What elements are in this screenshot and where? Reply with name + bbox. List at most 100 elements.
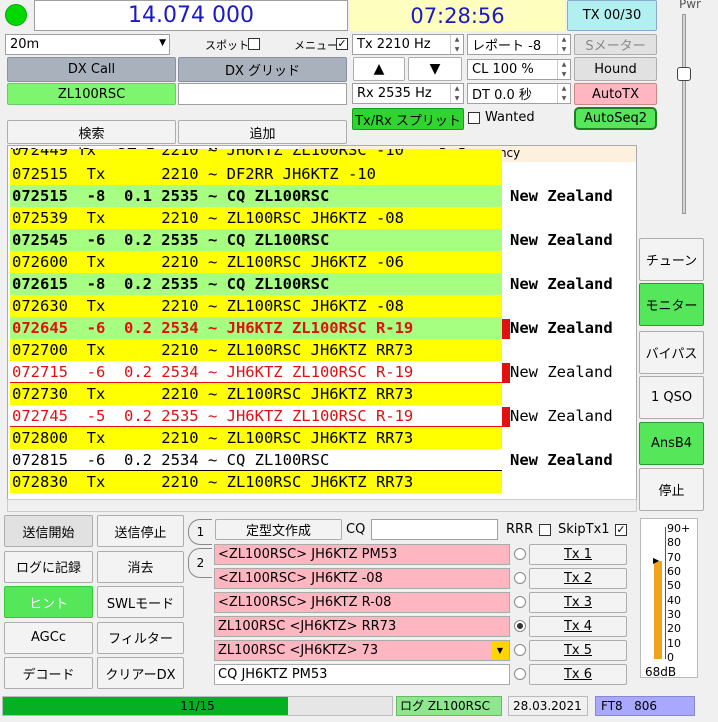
cq-label: CQ — [346, 522, 366, 537]
hint-button[interactable]: ヒント — [4, 586, 93, 618]
single-qso-button[interactable]: 1 QSO — [639, 376, 704, 419]
auto-seq-button[interactable]: AutoSeq2 — [574, 107, 657, 130]
rx-frequency-spinbox[interactable]: Rx 2535 Hz ▲ ▼ — [352, 83, 464, 104]
set-rx-from-tx-button[interactable]: ▼ — [408, 57, 462, 81]
tx3-radio[interactable] — [514, 596, 526, 608]
tune-button[interactable]: チューン — [639, 238, 704, 281]
table-row[interactable]: 072539 Tx 2210 ~ ZL100RSC JH6KTZ -08 — [8, 207, 636, 229]
band-select[interactable]: 20m ▼ — [5, 34, 170, 55]
monitor-button[interactable]: モニター — [639, 283, 704, 326]
monitor-led-icon — [5, 4, 27, 26]
table-row[interactable]: 072830 Tx 2210 ~ ZL100RSC JH6KTZ RR73 — [8, 471, 636, 493]
signal-meter: 90+ 80 70 60 50 40 30 20 10 0 ▶ 68dB — [640, 518, 698, 679]
decode-button[interactable]: デコード — [4, 657, 93, 689]
table-row[interactable]: 072800 Tx 2210 ~ ZL100RSC JH6KTZ RR73 — [8, 427, 636, 449]
hound-button[interactable]: Hound — [574, 57, 657, 81]
row-message: 072700 Tx 2210 ~ ZL100RSC JH6KTZ RR73 — [10, 339, 502, 361]
table-row[interactable]: 072515 -8 0.1 2535 ~ CQ ZL100RSC New Zeal… — [8, 185, 636, 207]
dx-call-button[interactable]: DX Call — [7, 57, 176, 82]
table-row[interactable]: 072600 Tx 2210 ~ ZL100RSC JH6KTZ -06 — [8, 251, 636, 273]
table-row[interactable]: 072630 Tx 2210 ~ ZL100RSC JH6KTZ -08 — [8, 295, 636, 317]
tx5-message[interactable]: ZL100RSC <JH6KTZ> 73 ▼ — [214, 640, 510, 661]
table-row-partial[interactable]: 072449 Tx 2210 ~ JH6KTZ ZL100RSC -10 — [8, 149, 636, 163]
tx-counter: TX 00/30 — [567, 0, 657, 31]
row-message: 072539 Tx 2210 ~ ZL100RSC JH6KTZ -08 — [10, 207, 502, 229]
table-horizontal-scrollbar[interactable] — [7, 499, 637, 512]
chevron-down-icon[interactable]: ▼ — [491, 641, 509, 660]
spot-checkbox[interactable] — [248, 38, 260, 50]
cl-spinbox[interactable]: CL 100 % ▲ ▼ — [467, 59, 571, 80]
clear-dx-button[interactable]: クリアーDX — [97, 657, 184, 689]
dx-grid-button[interactable]: DX グリッド — [178, 57, 347, 82]
dt-spinbox[interactable]: DT 0.0 秒 ▲ ▼ — [467, 83, 571, 104]
set-tx-from-rx-button[interactable]: ▲ — [353, 57, 405, 81]
tab-1[interactable]: 1 — [188, 519, 212, 545]
row-message: 072449 Tx 2210 ~ JH6KTZ ZL100RSC -10 — [10, 149, 502, 163]
meter-scale-label: 10 — [667, 636, 681, 650]
bypass-button[interactable]: バイパス — [639, 331, 704, 374]
halt-tx-button[interactable]: 送信停止 — [97, 515, 184, 547]
tx-frequency-spinbox[interactable]: Tx 2210 Hz ▲ ▼ — [352, 34, 464, 55]
rrr-label: RRR — [506, 522, 534, 537]
tx3-message[interactable]: <ZL100RSC> JH6KTZ R-08 — [214, 592, 510, 613]
search-button[interactable]: 検索 — [7, 120, 176, 144]
tx1-message[interactable]: <ZL100RSC> JH6KTZ PM53 — [214, 544, 510, 565]
table-row[interactable]: 072730 Tx 2210 ~ ZL100RSC JH6KTZ RR73 — [8, 383, 636, 405]
tx3-button[interactable]: Tx 3 — [529, 592, 627, 613]
tx2-button[interactable]: Tx 2 — [529, 568, 627, 589]
tx-message-text: ZL100RSC <JH6KTZ> 73 — [218, 643, 379, 658]
row-country: New Zealand — [510, 363, 613, 381]
status-mode: FT8 806 — [595, 696, 695, 716]
tx-rx-split-button[interactable]: Tx/Rx スプリット — [352, 108, 464, 130]
generate-std-msgs-button[interactable]: 定型文作成 — [215, 519, 342, 540]
tx6-message[interactable]: CQ JH6KTZ PM53 — [214, 664, 510, 685]
agcc-button[interactable]: AGCc — [4, 621, 93, 654]
menu-checkbox[interactable]: ✓ — [336, 38, 348, 50]
s-meter-button[interactable]: Sメーター — [574, 34, 657, 55]
tx5-radio[interactable] — [514, 644, 526, 656]
table-row[interactable]: 072745 -5 0.2 2535 ~ JH6KTZ ZL100RSC R-1… — [8, 405, 636, 427]
decode-table[interactable]: UTC dB DT Freq Message Rx Frequency 0724… — [7, 145, 637, 512]
auto-tx-button[interactable]: AutoTX — [574, 83, 657, 105]
dx-grid-field[interactable] — [178, 83, 347, 105]
table-row[interactable]: 072545 -6 0.2 2535 ~ CQ ZL100RSC New Zeal… — [8, 229, 636, 251]
tx6-button[interactable]: Tx 6 — [529, 664, 627, 685]
report-spinbox[interactable]: レポート -8 ▲ ▼ — [467, 34, 571, 55]
swl-mode-button[interactable]: SWLモード — [97, 586, 184, 618]
table-row[interactable]: 072515 Tx 2210 ~ DF2RR JH6KTZ -10 — [8, 163, 636, 185]
tx5-button[interactable]: Tx 5 — [529, 640, 627, 661]
power-slider-thumb[interactable] — [677, 67, 691, 81]
tx1-radio[interactable] — [514, 548, 526, 560]
add-button[interactable]: 追加 — [178, 120, 347, 144]
tx1-button[interactable]: Tx 1 — [529, 544, 627, 565]
wanted-checkbox[interactable] — [468, 112, 480, 124]
table-row[interactable]: 072700 Tx 2210 ~ ZL100RSC JH6KTZ RR73 — [8, 339, 636, 361]
meter-bar — [654, 560, 662, 659]
power-slider-track[interactable] — [682, 14, 686, 214]
row-message: 072830 Tx 2210 ~ ZL100RSC JH6KTZ RR73 — [10, 471, 502, 493]
rrr-checkbox[interactable] — [539, 524, 551, 536]
tab-2[interactable]: 2 — [188, 548, 212, 578]
tx2-message[interactable]: <ZL100RSC> JH6KTZ -08 — [214, 568, 510, 589]
table-row[interactable]: 072715 -6 0.2 2534 ~ JH6KTZ ZL100RSC R-1… — [8, 361, 636, 383]
tx4-radio[interactable] — [514, 620, 526, 632]
cq-field[interactable] — [371, 519, 498, 540]
log-qso-button[interactable]: ログに記録 — [4, 550, 93, 583]
tx2-radio[interactable] — [514, 572, 526, 584]
table-row[interactable]: 072615 -8 0.2 2535 ~ CQ ZL100RSC New Zeal… — [8, 273, 636, 295]
filter-button[interactable]: フィルター — [97, 621, 184, 654]
tx4-button[interactable]: Tx 4 — [529, 616, 627, 637]
ansb4-button[interactable]: AnsB4 — [639, 422, 704, 465]
row-country: New Zealand — [510, 275, 613, 293]
skip-tx1-checkbox[interactable]: ✓ — [615, 524, 627, 536]
table-row[interactable]: 072645 -6 0.2 2534 ~ JH6KTZ ZL100RSC R-1… — [8, 317, 636, 339]
dx-call-field[interactable]: ZL100RSC — [7, 83, 176, 105]
tx6-radio[interactable] — [514, 668, 526, 680]
row-message: 072545 -6 0.2 2535 ~ CQ ZL100RSC — [10, 229, 502, 251]
table-row[interactable]: 072815 -6 0.2 2534 ~ CQ ZL100RSC New Zeal… — [8, 449, 636, 471]
meter-scale-label: 60 — [667, 565, 681, 578]
halt-button[interactable]: 停止 — [639, 468, 704, 511]
enable-tx-button[interactable]: 送信開始 — [4, 515, 93, 547]
erase-button[interactable]: 消去 — [97, 550, 184, 583]
tx4-message[interactable]: ZL100RSC <JH6KTZ> RR73 — [214, 616, 510, 637]
